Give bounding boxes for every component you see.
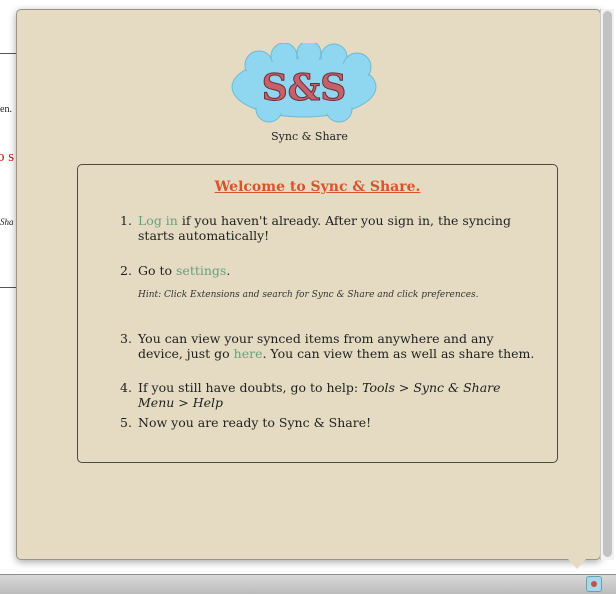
step-text: if you haven't already. After you sign i… xyxy=(138,213,511,243)
step-settings: 2. Go to settings. xyxy=(120,263,538,278)
step-view-items: 3. You can view your synced items from a… xyxy=(120,331,538,361)
step-number: 2. xyxy=(120,263,132,278)
step-text: Now you are ready to Sync & Share! xyxy=(138,415,372,430)
settings-link[interactable]: settings xyxy=(176,263,226,278)
step-number: 3. xyxy=(120,331,132,346)
step-number: 5. xyxy=(120,415,132,430)
panel-scrollbar[interactable] xyxy=(600,9,614,560)
step-text: If you still have doubts, go to help: xyxy=(138,380,363,395)
sync-share-panel: S&S Sync & Share Welcome to Sync & Share… xyxy=(16,9,601,560)
welcome-title: Welcome to Sync & Share. xyxy=(214,179,421,195)
sync-share-addon-icon[interactable] xyxy=(586,576,602,592)
logo-caption: Sync & Share xyxy=(271,130,348,143)
panel-arrow xyxy=(568,559,586,569)
here-link[interactable]: here xyxy=(234,346,263,361)
step-number: 4. xyxy=(120,380,132,395)
step-help: 4. If you still have doubts, go to help:… xyxy=(120,380,538,410)
step-number: 1. xyxy=(120,213,132,228)
welcome-box: Welcome to Sync & Share. 1. Log in if yo… xyxy=(77,164,558,463)
sync-share-logo: S&S xyxy=(231,43,377,123)
status-bar xyxy=(0,574,616,594)
step-text: . xyxy=(226,263,231,278)
background-text: Sha xyxy=(0,217,14,227)
login-link[interactable]: Log in xyxy=(138,213,178,228)
background-text: en. xyxy=(0,104,12,115)
settings-hint: Hint: Click Extensions and search for Sy… xyxy=(138,290,479,300)
step-text: Go to xyxy=(138,263,177,278)
logo-text: S&S xyxy=(262,67,347,109)
background-heading: o s xyxy=(0,149,15,165)
step-text: . You can view them as well as share the… xyxy=(262,346,535,361)
scroll-thumb[interactable] xyxy=(603,11,612,557)
step-ready: 5. Now you are ready to Sync & Share! xyxy=(120,415,538,430)
step-login: 1. Log in if you haven't already. After … xyxy=(120,213,538,243)
